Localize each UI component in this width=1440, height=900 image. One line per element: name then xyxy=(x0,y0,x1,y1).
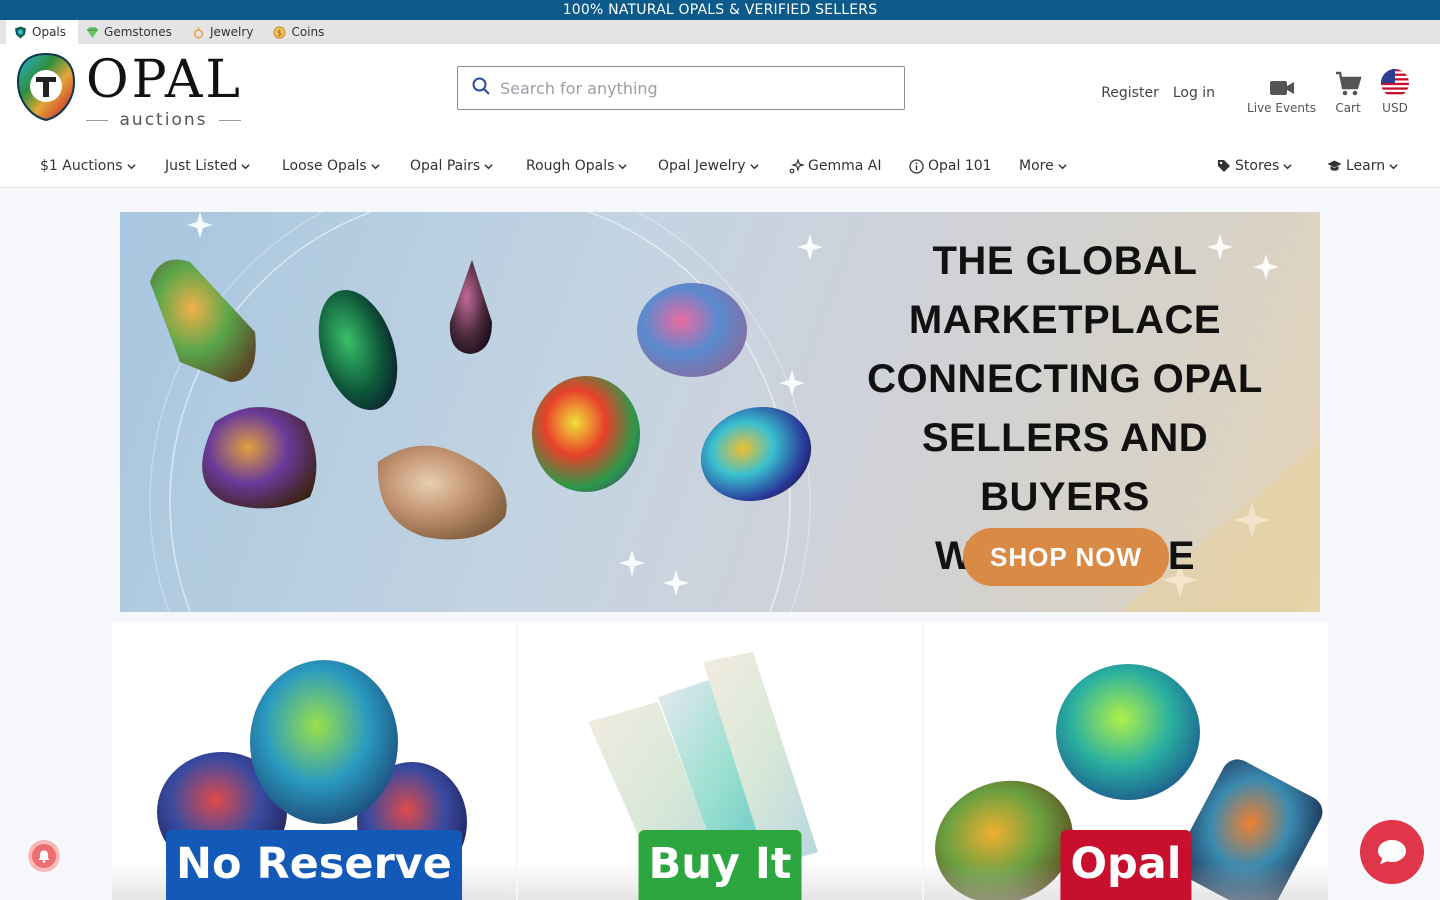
chevron-down-icon xyxy=(749,163,759,169)
site-logo[interactable]: OPAL auctions xyxy=(16,50,246,130)
hero-line: CONNECTING OPAL xyxy=(867,357,1263,401)
site-tab-label: Gemstones xyxy=(104,25,172,39)
chevron-down-icon xyxy=(371,163,380,169)
nav-label: Stores xyxy=(1235,158,1280,174)
notification-bell-button[interactable] xyxy=(28,840,60,872)
sparkles-icon xyxy=(789,158,804,173)
site-header: OPAL auctions Register Log in Live Event… xyxy=(0,44,1440,144)
site-switcher: Opals Gemstones Jewelry $ Coins xyxy=(0,20,1440,44)
site-tab-label: Jewelry xyxy=(209,25,254,39)
logo-wordmark: OPAL auctions xyxy=(86,50,246,130)
shop-now-button[interactable]: SHOP NOW xyxy=(963,528,1169,586)
hero-line: THE GLOBAL xyxy=(932,239,1198,283)
cart-label: Cart xyxy=(1335,101,1361,115)
search-icon xyxy=(472,77,490,99)
search-input[interactable] xyxy=(500,78,880,98)
cart-button[interactable]: Cart xyxy=(1334,70,1362,115)
chevron-down-icon xyxy=(1283,163,1292,169)
ring-icon xyxy=(192,26,205,39)
search-box[interactable] xyxy=(457,66,905,110)
site-tab-opals[interactable]: Opals xyxy=(6,20,79,44)
live-events-button[interactable]: Live Events xyxy=(1247,78,1316,115)
card-label-no-reserve: No Reserve xyxy=(166,830,462,900)
video-camera-icon xyxy=(1269,81,1294,95)
category-card-opal-101[interactable]: Opal xyxy=(924,622,1328,900)
nav-item-opal-jewelry[interactable]: Opal Jewelry xyxy=(658,144,759,188)
main-nav: $1 Auctions Just Listed Loose Opals Opal… xyxy=(0,144,1440,188)
chat-button[interactable] xyxy=(1360,820,1424,884)
coin-icon: $ xyxy=(273,25,287,39)
gemstone-icon xyxy=(86,26,99,39)
site-tab-jewelry[interactable]: Jewelry xyxy=(184,20,266,44)
announcement-bar: 100% NATURAL OPALS & VERIFIED SELLERS xyxy=(0,0,1440,20)
announcement-text: 100% NATURAL OPALS & VERIFIED SELLERS xyxy=(562,2,878,18)
nav-label: Just Listed xyxy=(165,158,238,174)
opal-shield-icon xyxy=(14,26,27,39)
us-flag-icon xyxy=(1381,69,1409,97)
chat-bubble-icon xyxy=(1378,840,1406,865)
nav-item-opal-pairs[interactable]: Opal Pairs xyxy=(410,144,493,188)
category-card-no-reserve[interactable]: No Reserve xyxy=(112,622,516,900)
logo-subword: auctions xyxy=(86,110,241,130)
category-cards: No Reserve Buy It Opal xyxy=(112,622,1328,900)
live-events-label: Live Events xyxy=(1247,101,1316,115)
opal-logo-icon xyxy=(16,52,76,122)
nav-label: More xyxy=(1019,158,1054,174)
header-actions: Register Log in Live Events Cart USD xyxy=(1101,68,1410,115)
nav-label: Opal Jewelry xyxy=(658,158,746,174)
chevron-down-icon xyxy=(126,163,136,169)
nav-item-just-listed[interactable]: Just Listed xyxy=(165,144,250,188)
hero-banner[interactable]: THE GLOBAL MARKETPLACE CONNECTING OPAL S… xyxy=(120,212,1320,612)
chevron-down-icon xyxy=(241,163,250,169)
nav-item-more[interactable]: More xyxy=(1019,144,1067,188)
svg-text:$: $ xyxy=(277,28,282,37)
currency-label: USD xyxy=(1382,101,1408,115)
chevron-down-icon xyxy=(618,163,628,169)
nav-label: Learn xyxy=(1346,158,1386,174)
nav-item-rough-opals[interactable]: Rough Opals xyxy=(526,144,628,188)
category-card-buy-it-now[interactable]: Buy It xyxy=(518,622,922,900)
nav-label: Gemma AI xyxy=(808,158,882,174)
cart-icon xyxy=(1336,71,1362,96)
hero-line: SELLERS AND BUYERS xyxy=(921,416,1209,519)
card-label-buy-it-now: Buy It xyxy=(638,830,802,900)
tag-icon xyxy=(1218,160,1230,172)
card-label-opal-101: Opal xyxy=(1060,830,1192,900)
login-link[interactable]: Log in xyxy=(1173,85,1215,115)
register-link[interactable]: Register xyxy=(1101,85,1159,115)
chevron-down-icon xyxy=(1058,163,1067,169)
site-tab-label: Opals xyxy=(32,25,67,39)
hero-line: MARKETPLACE xyxy=(908,298,1222,342)
chevron-down-icon xyxy=(484,163,493,169)
logo-word: OPAL xyxy=(86,50,243,110)
nav-item-learn[interactable]: Learn xyxy=(1327,144,1398,188)
nav-item-stores[interactable]: Stores xyxy=(1217,144,1292,188)
graduation-cap-icon xyxy=(1327,160,1342,171)
nav-label: Opal 101 xyxy=(928,158,992,174)
nav-item-opal-101[interactable]: Opal 101 xyxy=(909,144,992,188)
site-tab-gemstones[interactable]: Gemstones xyxy=(78,20,184,44)
info-icon xyxy=(909,158,924,174)
nav-label: Opal Pairs xyxy=(410,158,481,174)
chevron-down-icon xyxy=(1389,163,1398,169)
nav-label: Loose Opals xyxy=(282,158,367,174)
nav-item-gemma-ai[interactable]: Gemma AI xyxy=(789,144,881,188)
nav-label: $1 Auctions xyxy=(40,158,123,174)
currency-button[interactable]: USD xyxy=(1380,68,1410,115)
nav-label: Rough Opals xyxy=(526,158,615,174)
site-tab-coins[interactable]: $ Coins xyxy=(265,20,336,44)
nav-item-1-auctions[interactable]: $1 Auctions xyxy=(40,144,136,188)
nav-item-loose-opals[interactable]: Loose Opals xyxy=(282,144,380,188)
bell-icon xyxy=(32,844,56,868)
site-tab-label: Coins xyxy=(291,25,325,39)
